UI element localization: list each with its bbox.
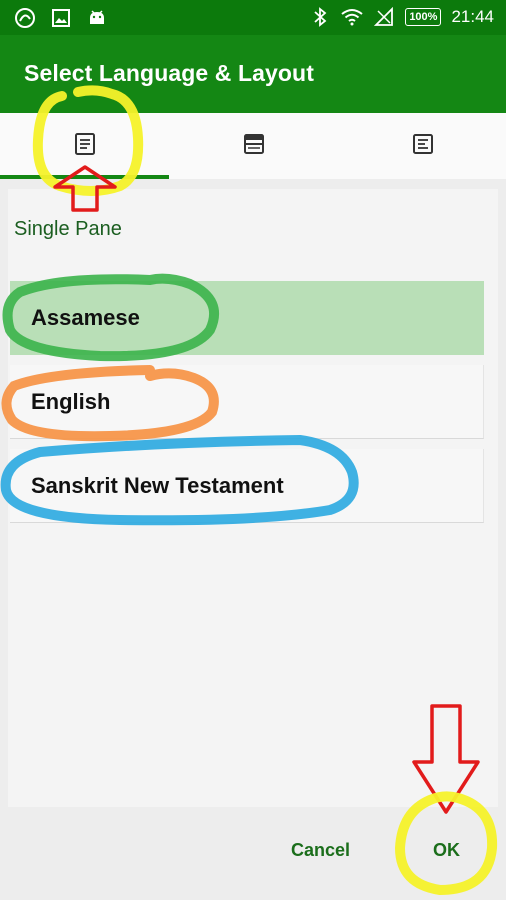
tab-verse-layout[interactable] xyxy=(338,113,506,179)
language-item-assamese[interactable]: Assamese xyxy=(10,281,484,355)
language-label: Sanskrit New Testament xyxy=(31,473,284,498)
split-pane-icon xyxy=(242,132,266,161)
tab-single-pane[interactable] xyxy=(0,113,169,179)
no-sim-icon xyxy=(373,6,395,28)
image-icon xyxy=(50,7,72,29)
clock: 21:44 xyxy=(451,7,494,26)
dialog-title: Select Language & Layout xyxy=(24,60,314,86)
ok-button[interactable]: OK xyxy=(433,840,460,861)
app-logo-icon xyxy=(14,7,36,29)
bluetooth-icon xyxy=(309,6,331,28)
status-bar: 100% 21:44 xyxy=(0,0,506,35)
selected-tab-indicator xyxy=(0,175,169,179)
single-pane-icon xyxy=(73,132,97,161)
verse-layout-icon xyxy=(411,132,435,161)
battery-icon: 100% xyxy=(405,8,442,26)
language-label: English xyxy=(31,389,111,414)
cancel-button[interactable]: Cancel xyxy=(291,840,350,861)
language-label: Assamese xyxy=(31,305,140,330)
language-item-english[interactable]: English xyxy=(10,365,484,439)
tab-split-pane[interactable] xyxy=(169,113,338,179)
android-icon xyxy=(86,7,108,29)
language-item-sanskrit[interactable]: Sanskrit New Testament xyxy=(10,449,484,523)
layout-name-label: Single Pane xyxy=(14,218,122,240)
layout-tabs xyxy=(0,113,506,179)
dialog-button-bar xyxy=(0,808,506,900)
app-toolbar: Select Language & Layout xyxy=(0,35,506,113)
wifi-icon xyxy=(341,6,363,28)
